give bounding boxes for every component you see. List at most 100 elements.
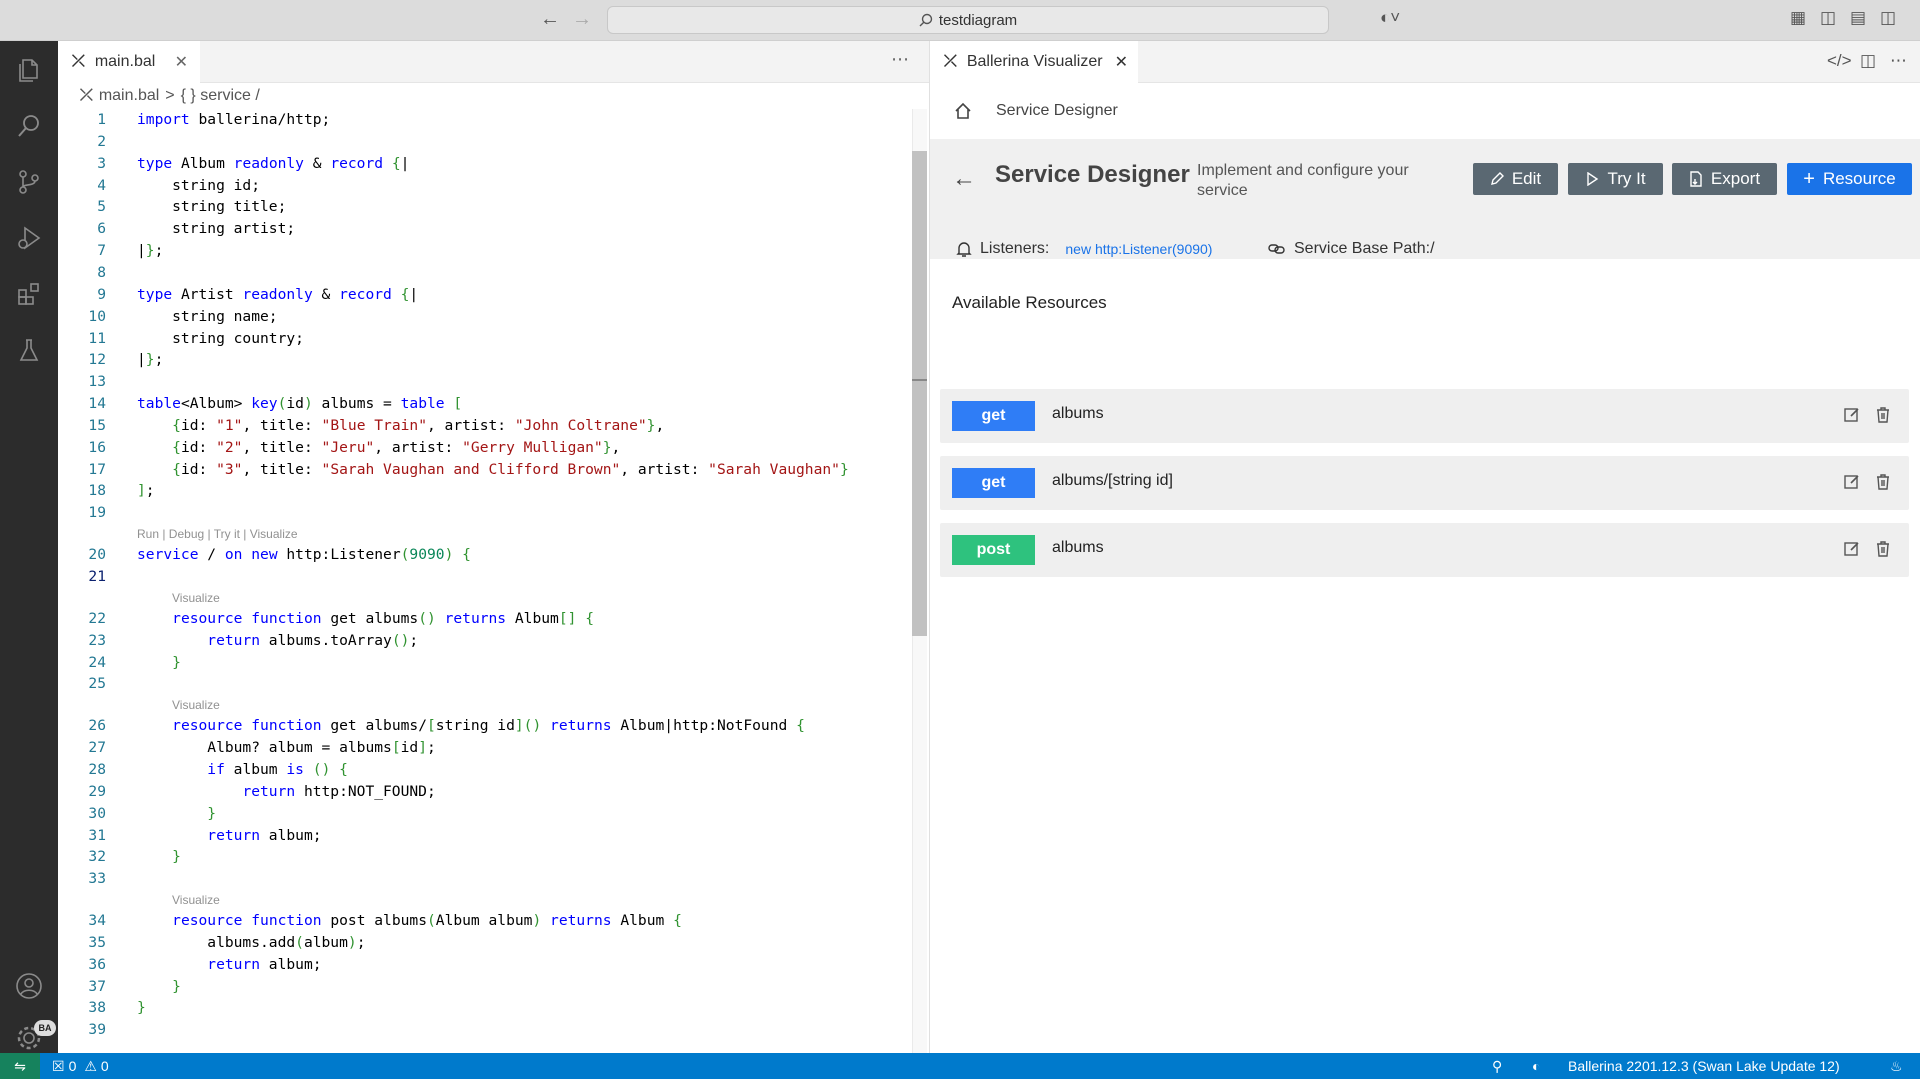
problems-indicator[interactable]: ☒ 0 ⚠ 0 [52, 1053, 109, 1079]
add-resource-button[interactable]: + Resource [1787, 163, 1912, 195]
code-line[interactable]: 18]; [58, 480, 913, 501]
more-actions-icon[interactable]: ⋯ [891, 49, 909, 70]
zoom-icon[interactable]: ⚲ [1492, 1053, 1502, 1079]
code-line[interactable]: 29 return http:NOT_FOUND; [58, 781, 913, 802]
ballerina-version[interactable]: Ballerina 2201.12.3 (Swan Lake Update 12… [1568, 1053, 1840, 1079]
code-line[interactable]: 3 type Album readonly & record {| [58, 153, 913, 174]
tab-main-bal[interactable]: ⤫ main.bal ✕ [58, 41, 200, 83]
code-text: string title; [137, 198, 287, 216]
code-line[interactable]: 11 string country; [58, 328, 913, 349]
scrollbar-thumb[interactable] [912, 151, 927, 636]
run-debug-icon[interactable] [0, 213, 58, 263]
source-control-icon[interactable] [0, 157, 58, 207]
code-line[interactable]: 39 [58, 1019, 913, 1040]
code-line[interactable]: 23 return albums.toArray(); [58, 630, 913, 651]
notifications-bell-icon[interactable]: ♨ [1890, 1053, 1903, 1079]
close-icon[interactable]: ✕ [175, 52, 188, 72]
code-line[interactable]: 22 resource function get albums() return… [58, 608, 913, 629]
edit-icon[interactable] [1843, 540, 1861, 558]
code-line[interactable]: 13 [58, 371, 913, 392]
code-line[interactable]: 7 |}; [58, 240, 913, 261]
extensions-icon[interactable] [0, 269, 58, 319]
breadcrumb-symbol[interactable]: { } service / [181, 87, 260, 105]
code-line[interactable]: 10 string name; [58, 306, 913, 327]
code-line[interactable]: 31 return album; [58, 825, 913, 846]
delete-icon[interactable] [1875, 406, 1891, 424]
code-lens[interactable]: Visualize [172, 697, 220, 713]
toggle-sidebar-icon[interactable]: ◫ [1820, 8, 1836, 28]
delete-icon[interactable] [1875, 540, 1891, 558]
edit-icon[interactable] [1843, 406, 1861, 424]
code-line[interactable]: 5 string title; [58, 196, 913, 217]
forward-arrow-icon[interactable]: → [572, 8, 592, 31]
home-icon[interactable] [954, 102, 972, 120]
code-line[interactable]: 33 [58, 868, 913, 889]
resource-row[interactable]: get albums/[string id] [940, 456, 1909, 510]
copilot-icon[interactable]: ◐˅ [1380, 8, 1400, 28]
search-icon[interactable] [0, 101, 58, 151]
code-line[interactable]: 38} [58, 997, 913, 1018]
search-text: testdiagram [938, 11, 1018, 29]
code-line[interactable]: 24 } [58, 652, 913, 673]
code-line[interactable]: 37 } [58, 976, 913, 997]
line-number: 27 [88, 739, 106, 757]
code-line[interactable]: 21 [58, 566, 913, 587]
code-line[interactable]: 27 Album? album = albums[id]; [58, 737, 913, 758]
code-text: ]; [137, 482, 155, 500]
code-line[interactable]: 19 [58, 502, 913, 523]
close-icon[interactable]: ✕ [1115, 52, 1128, 72]
code-line[interactable]: 15 {id: "1", title: "Blue Train", artist… [58, 415, 913, 436]
remote-icon[interactable]: ⇋ [0, 1053, 40, 1079]
code-line[interactable]: 17 {id: "3", title: "Sarah Vaughan and C… [58, 459, 913, 480]
testing-flask-icon[interactable] [0, 325, 58, 375]
code-line[interactable]: 35 albums.add(album); [58, 932, 913, 953]
listener-link[interactable]: new http:Listener(9090) [1065, 241, 1212, 257]
code-text: {id: "2", title: "Jeru", artist: "Gerry … [172, 438, 621, 456]
breadcrumb-file[interactable]: main.bal [99, 87, 159, 105]
code-line[interactable]: 6 string artist; [58, 218, 913, 239]
code-line[interactable]: 34 resource function post albums(Album a… [58, 910, 913, 931]
code-line[interactable]: 26 resource function get albums/[string … [58, 715, 913, 736]
back-arrow-icon[interactable]: ← [540, 8, 560, 31]
code-line[interactable]: 2 [58, 131, 913, 152]
more-actions-icon[interactable]: ⋯ [1890, 51, 1907, 71]
code-line[interactable]: 32 } [58, 846, 913, 867]
try-it-button[interactable]: Try It [1568, 163, 1663, 195]
toggle-panel-icon[interactable]: ▤ [1850, 8, 1866, 28]
code-line[interactable]: 28 if album is () { [58, 759, 913, 780]
code-line[interactable]: 25 [58, 673, 913, 694]
customize-layout-icon[interactable]: ▦ [1790, 8, 1806, 28]
tab-ballerina-visualizer[interactable]: ⤫ Ballerina Visualizer ✕ [930, 41, 1138, 83]
code-line[interactable]: 20 service / on new http:Listener(9090) { [58, 544, 913, 565]
resource-row[interactable]: get albums [940, 389, 1909, 443]
link-icon [1268, 244, 1285, 254]
split-editor-icon[interactable]: ◫ [1860, 51, 1876, 71]
line-number: 5 [97, 198, 106, 216]
explorer-icon[interactable] [0, 45, 58, 95]
code-lens[interactable]: Run | Debug | Try it | Visualize [137, 526, 298, 542]
code-area[interactable]: 1 import ballerina/http; 2 3 type Album read… [58, 109, 913, 1053]
code-line[interactable]: 36 return album; [58, 954, 913, 975]
toggle-secondary-sidebar-icon[interactable]: ◫ [1880, 8, 1896, 28]
code-line[interactable]: 4 string id; [58, 175, 913, 196]
code-line[interactable]: 12 |}; [58, 349, 913, 370]
back-arrow-icon[interactable]: ← [952, 165, 976, 193]
resource-row[interactable]: post albums [940, 523, 1909, 577]
code-line[interactable]: 9 type Artist readonly & record {| [58, 284, 913, 305]
edit-button[interactable]: Edit [1473, 163, 1558, 195]
delete-icon[interactable] [1875, 473, 1891, 491]
code-line[interactable]: 30 } [58, 803, 913, 824]
code-line[interactable]: 14 table<Album> key(id) albums = table [ [58, 393, 913, 414]
account-icon[interactable] [0, 961, 58, 1011]
edit-icon[interactable] [1843, 473, 1861, 491]
code-line[interactable]: 16 {id: "2", title: "Jeru", artist: "Ger… [58, 437, 913, 458]
line-number: 1 [97, 111, 106, 128]
code-line[interactable]: 1 import ballerina/http; [58, 109, 913, 130]
code-lens[interactable]: Visualize [172, 590, 220, 606]
export-button[interactable]: Export [1672, 163, 1777, 195]
copilot-status-icon[interactable]: ◐ [1532, 1053, 1540, 1079]
code-lens[interactable]: Visualize [172, 892, 220, 908]
code-line[interactable]: 8 [58, 262, 913, 283]
command-center-search[interactable]: testdiagram [607, 6, 1329, 34]
show-source-icon[interactable]: </> [1827, 51, 1852, 71]
